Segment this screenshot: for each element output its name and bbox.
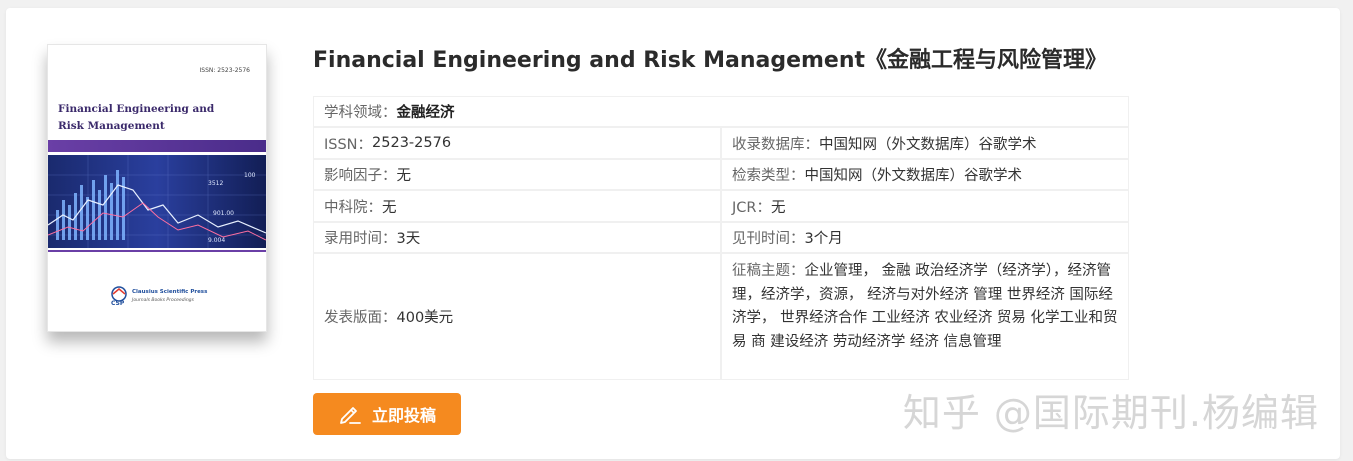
cover-title-line2: Risk Management	[58, 120, 165, 132]
database-value: 中国知网（外文数据库）谷歌学术	[819, 136, 1037, 153]
cover-band	[48, 140, 266, 152]
info-fee: 发表版面： 400美元	[313, 253, 721, 380]
jcr-label: JCR：	[732, 199, 771, 216]
info-database: 收录数据库： 中国知网（外文数据库）谷歌学术	[721, 127, 1129, 159]
info-accept-time: 录用时间： 3天	[313, 222, 721, 253]
csp-logo-icon: CSP	[111, 286, 127, 307]
csp-logo-text: CSP	[111, 300, 125, 307]
database-label: 收录数据库：	[732, 136, 819, 153]
search-type-value: 中国知网（外文数据库）谷歌学术	[804, 168, 1023, 184]
cover-title: Financial Engineering and Risk Managemen…	[58, 101, 238, 135]
journal-info-table: 学科领域： 金融经济 ISSN： 2523-2576 收录数据库： 中国知网（外…	[313, 96, 1129, 380]
cover-chart-label: 9.004	[208, 237, 225, 244]
info-search-type: 检索类型： 中国知网（外文数据库）谷歌学术	[721, 159, 1129, 190]
cover-chart-label: 901.00	[213, 210, 234, 217]
accept-time-label: 录用时间：	[324, 231, 397, 247]
submit-button-label: 立即投稿	[371, 406, 436, 425]
info-impact: 影响因子： 无	[313, 159, 721, 190]
cover-chart-image: 3512 100 901.00 9.004	[48, 155, 266, 248]
fee-value: 400美元	[396, 310, 454, 326]
cover-publisher: Clausius Scientific Press	[132, 289, 208, 295]
topics-label: 征稿主题：	[732, 263, 805, 279]
field-value: 金融经济	[396, 105, 455, 121]
info-row-field: 学科领域： 金融经济	[313, 96, 1129, 127]
cover-publisher-sub: Journals Books Proceedings	[132, 298, 194, 303]
cover-title-line1: Financial Engineering and	[58, 103, 215, 115]
cas-label: 中科院：	[324, 199, 382, 216]
publish-time-label: 见刊时间：	[732, 231, 805, 247]
info-issn: ISSN： 2523-2576	[313, 127, 721, 159]
cover-divider	[48, 250, 266, 252]
publish-time-value: 3个月	[804, 231, 843, 247]
jcr-value: 无	[770, 199, 786, 216]
impact-value: 无	[396, 168, 412, 184]
journal-cover[interactable]: ISSN: 2523-2576 Financial Engineering an…	[47, 44, 267, 332]
fee-label: 发表版面：	[324, 310, 397, 326]
info-jcr: JCR： 无	[721, 190, 1129, 222]
issn-value: 2523-2576	[372, 135, 452, 151]
field-label: 学科领域：	[324, 105, 397, 121]
cover-chart-label: 3512	[208, 180, 223, 187]
cas-value: 无	[382, 199, 397, 216]
accept-time-value: 3天	[396, 231, 421, 247]
cover-issn: ISSN: 2523-2576	[199, 67, 250, 74]
search-type-label: 检索类型：	[732, 168, 805, 184]
edit-icon	[340, 407, 361, 424]
info-cas: 中科院： 无	[313, 190, 721, 222]
issn-label: ISSN：	[324, 136, 373, 153]
info-publish-time: 见刊时间： 3个月	[721, 222, 1129, 253]
cover-chart-label: 100	[244, 172, 256, 179]
submit-button[interactable]: 立即投稿	[313, 393, 461, 435]
info-topics: 征稿主题：企业管理， 金融 政治经济学（经济学），经济管理，经济学，资源， 经济…	[721, 253, 1129, 380]
journal-title: Financial Engineering and Risk Managemen…	[313, 48, 1108, 73]
watermark: 知乎 @国际期刊.杨编辑	[902, 391, 1319, 435]
impact-label: 影响因子：	[324, 168, 397, 184]
